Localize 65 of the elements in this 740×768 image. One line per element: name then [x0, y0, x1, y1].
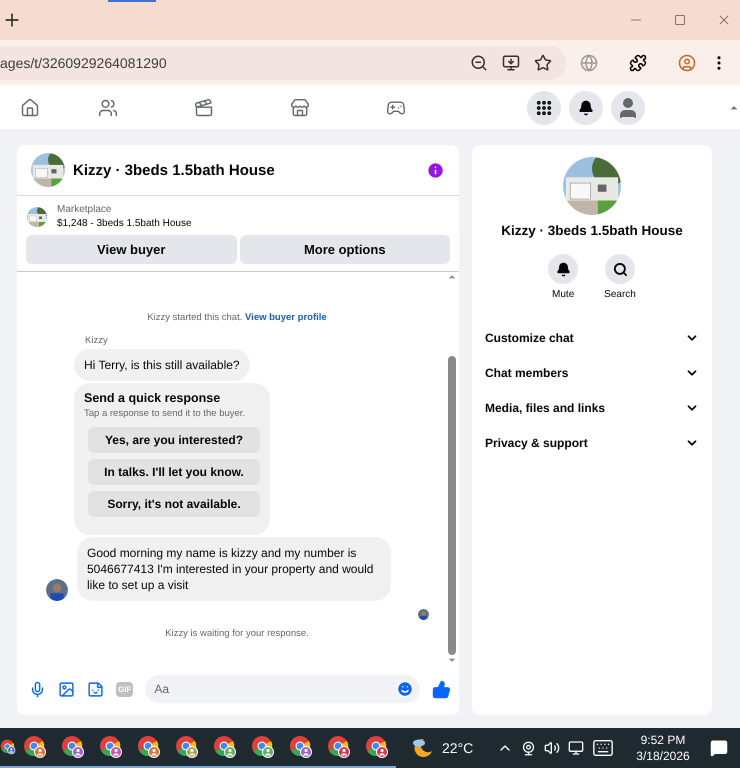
message-bubble: Good morning my name is kizzy and my number is 5046677413 I'm interested in your property and would like to set up a visit — [77, 537, 391, 601]
volume-icon[interactable] — [544, 740, 560, 756]
browser-icon[interactable] — [175, 735, 199, 759]
store-icon[interactable] — [290, 98, 310, 118]
browser-icon[interactable] — [99, 735, 123, 759]
like-icon[interactable] — [432, 680, 451, 698]
account-button[interactable] — [611, 90, 645, 124]
grid-icon — [535, 98, 553, 116]
zoom-icon[interactable] — [470, 54, 488, 72]
waiting-note: Kizzy is waiting for your response. — [164, 628, 310, 639]
browser-icon[interactable] — [137, 735, 161, 759]
quick-reply-button[interactable]: In talks. I'll let you know. — [88, 459, 260, 485]
emoji-icon[interactable] — [396, 680, 414, 698]
profile-icon[interactable] — [678, 54, 696, 72]
details-section[interactable]: Chat members — [485, 355, 699, 390]
info-icon[interactable] — [426, 160, 445, 180]
search-icon — [612, 262, 628, 276]
quick-reply-button[interactable]: Sorry, it's not available. — [88, 491, 260, 517]
bell-icon — [556, 262, 571, 276]
browser-icon[interactable] — [365, 735, 389, 759]
listing-title: $1,248 - 3beds 1.5bath House — [57, 218, 192, 229]
friends-icon[interactable] — [98, 98, 118, 118]
action-button[interactable]: View buyer — [26, 235, 236, 264]
profile-link[interactable]: View buyer profile — [245, 312, 327, 323]
details-section[interactable]: Privacy & support — [485, 425, 699, 460]
scrollbar-thumb[interactable] — [448, 356, 456, 655]
browser-icon[interactable] — [23, 735, 47, 759]
bell-icon — [578, 100, 594, 116]
notifications-button[interactable] — [569, 90, 603, 124]
bookmark-star-icon[interactable] — [534, 54, 552, 72]
restore-icon[interactable] — [674, 14, 686, 26]
weather-moon-icon — [410, 736, 434, 760]
listing-source: Marketplace — [57, 204, 112, 215]
browser-icon[interactable] — [213, 735, 237, 759]
install-icon[interactable] — [502, 54, 520, 72]
browser-icon[interactable] — [251, 735, 275, 759]
clock-date[interactable]: 3/18/2026 — [636, 748, 690, 764]
network-icon[interactable] — [568, 740, 584, 756]
action-button[interactable]: More options — [240, 235, 450, 264]
keyboard-icon[interactable] — [592, 737, 614, 759]
microphone-icon[interactable] — [29, 680, 46, 698]
temperature[interactable]: 22°C — [442, 740, 474, 756]
quick-reply-button[interactable]: Yes, are you interested? — [88, 427, 260, 453]
details-section[interactable]: Media, files and links — [485, 390, 699, 425]
browser-icon[interactable] — [327, 735, 351, 759]
apps-menu-button[interactable] — [527, 90, 561, 124]
video-icon[interactable] — [194, 98, 214, 118]
camera-icon[interactable] — [521, 740, 536, 756]
quick-response-hint: Tap a response to send it to the buyer. — [84, 408, 246, 419]
extensions-icon[interactable] — [628, 54, 646, 72]
message-bubble: Hi Terry, is this still available? — [74, 349, 250, 381]
photo-icon[interactable] — [58, 680, 75, 698]
message-field[interactable]: Aa — [145, 675, 420, 703]
details-section[interactable]: Customize chat — [485, 320, 699, 355]
chat-title: Kizzy · 3beds 1.5bath House — [73, 162, 276, 178]
clock-time[interactable]: 9:52 PM — [636, 732, 690, 748]
quick-response-title: Send a quick response — [84, 391, 222, 405]
chat-note: Kizzy started this chat. — [147, 312, 242, 323]
details-title: Kizzy · 3beds 1.5bath House — [500, 223, 684, 238]
notification-icon[interactable] — [710, 739, 728, 757]
browser-icon[interactable] — [61, 735, 85, 759]
browser-icon[interactable] — [289, 735, 313, 759]
home-icon[interactable] — [20, 98, 40, 118]
sender-name: Kizzy — [85, 335, 109, 346]
sticker-icon[interactable] — [87, 680, 104, 698]
